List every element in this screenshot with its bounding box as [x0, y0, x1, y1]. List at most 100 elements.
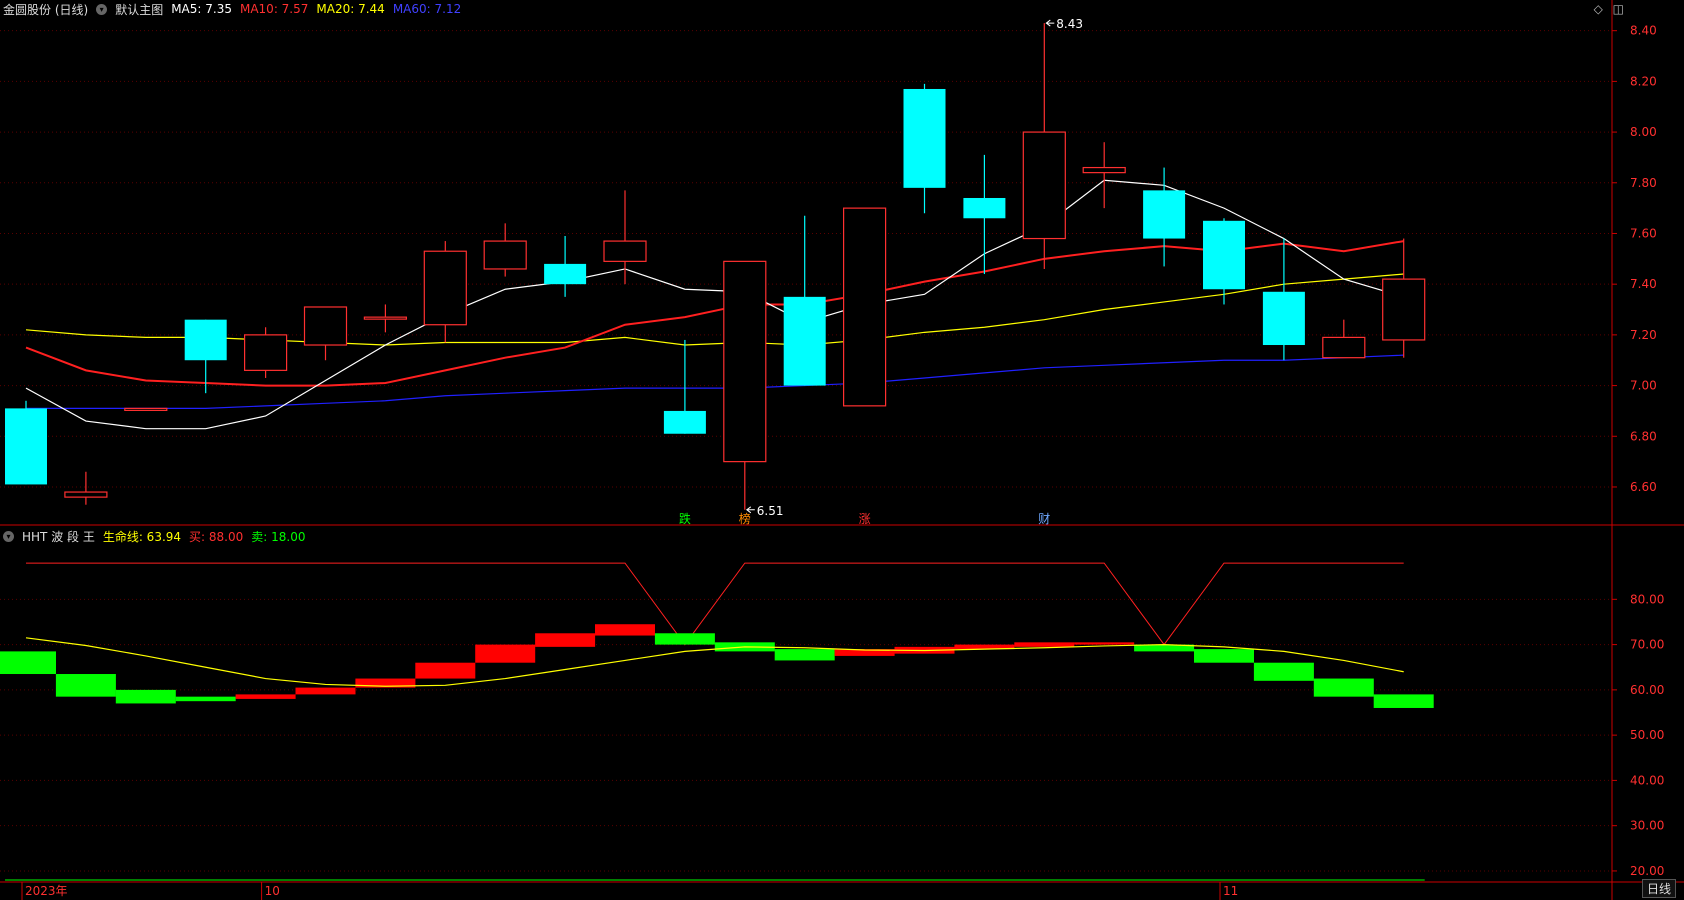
event-marker: 财 [1038, 512, 1050, 526]
candle-body [124, 407, 168, 411]
y-tick-label: 70.00 [1630, 638, 1664, 652]
ma5-line [25, 179, 1404, 430]
candle-body [244, 334, 288, 371]
event-marker: 跌 [679, 511, 691, 526]
y-tick-label: 20.00 [1630, 864, 1664, 878]
ma10-label: MA10: 7.57 [239, 2, 309, 16]
diamond-icon[interactable]: ◇ [1594, 2, 1603, 16]
indicator-header: ▾ HHT 波 段 王 生命线: 63.94 买: 88.00 卖: 18.00 [0, 527, 313, 545]
price-annotation: 8.43 [1056, 17, 1083, 31]
candle-body [723, 260, 767, 463]
candle [963, 154, 1006, 275]
wave-bar [1014, 642, 1075, 647]
candle [244, 327, 288, 378]
y-tick-label: 7.00 [1630, 379, 1657, 393]
y-tick-label: 8.20 [1630, 74, 1657, 88]
candle [603, 190, 647, 285]
candle [5, 400, 47, 485]
wave-bar [55, 674, 116, 697]
stock-title: 金圆股份 (日线) [3, 2, 89, 17]
wave-bar [1074, 642, 1135, 645]
wave-bar [0, 651, 56, 675]
candle-body [663, 410, 706, 434]
candle-body [842, 207, 887, 407]
event-marker: 榜 [739, 511, 751, 526]
ma60-label: MA60: 7.12 [392, 2, 462, 16]
wave-bar [175, 696, 236, 702]
candle [64, 471, 108, 505]
indicator-name[interactable]: HHT 波 段 王 [22, 528, 95, 545]
candle-body [603, 240, 647, 262]
candle [423, 241, 467, 343]
template-label[interactable]: 默认主图 [115, 1, 163, 18]
candle-body [1143, 190, 1186, 239]
candle-body [1022, 131, 1066, 240]
y-tick-label: 8.00 [1630, 125, 1657, 139]
candle [1322, 319, 1366, 359]
x-tick-label: 11 [1223, 884, 1238, 898]
candle [483, 223, 527, 277]
candle [783, 215, 826, 386]
y-tick-label: 60.00 [1630, 683, 1664, 697]
candle [1143, 167, 1186, 267]
wave-bar [535, 633, 596, 647]
candle [663, 339, 706, 434]
wave-bar [654, 633, 715, 645]
candle-body [1322, 336, 1366, 359]
event-marker: 涨 [859, 511, 871, 526]
candle [363, 304, 407, 333]
candle [124, 407, 168, 411]
candle-body [483, 240, 527, 270]
candle-body [303, 306, 348, 346]
candle [903, 83, 946, 214]
period-button[interactable]: 日线 [1641, 879, 1676, 898]
wave-bar [1194, 649, 1254, 663]
wave-bar [1373, 694, 1434, 708]
y-tick-label: 7.40 [1630, 277, 1657, 291]
indicator-dropdown-icon[interactable]: ▾ [3, 530, 14, 542]
candle-body [5, 408, 47, 485]
x-tick-label: 2023年 [25, 884, 68, 898]
candle [842, 207, 887, 407]
y-tick-label: 7.60 [1630, 226, 1657, 240]
y-tick-label: 80.00 [1630, 592, 1664, 606]
ma5-label: MA5: 7.35 [171, 2, 232, 16]
y-tick-label: 30.00 [1630, 819, 1664, 833]
candle-body [783, 296, 826, 386]
panel-icon[interactable]: ◫ [1613, 2, 1624, 16]
buy-line [26, 562, 1404, 646]
candle-body [544, 263, 587, 285]
ma10-line [25, 240, 1404, 387]
y-tick-label: 50.00 [1630, 728, 1664, 742]
candle-body [64, 491, 108, 498]
window-controls: ◇ ◫ [1588, 2, 1624, 16]
life-line-label: 生命线: 63.94 [102, 529, 182, 544]
x-tick-label: 10 [265, 884, 280, 898]
wave-bar [1253, 662, 1314, 681]
candle-body [1082, 166, 1126, 174]
ma20-line [25, 273, 1404, 346]
candle-body [1382, 278, 1426, 341]
candle [303, 306, 348, 361]
buy-label: 买: 88.00 [189, 529, 244, 544]
candle-body [903, 88, 946, 188]
wave-bar [295, 687, 356, 695]
kline-chart[interactable]: 8.40 8.20 8.00 7.80 7.60 7.40 7.20 7.00 6.80 6.60… [0, 0, 1684, 900]
wave-bar [774, 649, 835, 661]
wave-bar [475, 644, 536, 663]
price-annotation: 6.51 [757, 504, 784, 518]
candle-body [184, 319, 227, 361]
template-dropdown-icon[interactable]: ▾ [96, 3, 108, 15]
y-tick-label: 7.80 [1630, 176, 1657, 190]
candle-body [423, 250, 467, 326]
candle [1022, 23, 1066, 269]
wave-bar [1313, 678, 1374, 697]
wave-bar [595, 624, 655, 636]
candle [544, 236, 587, 297]
candle-body [363, 316, 407, 320]
main-chart-header: 金圆股份 (日线) ▾ 默认主图 MA5: 7.35 MA10: 7.57 MA… [0, 0, 469, 18]
sell-label: 卖: 18.00 [251, 529, 306, 544]
candle-body [1262, 291, 1305, 346]
y-tick-label: 6.80 [1630, 429, 1657, 443]
ma60-line [26, 354, 1404, 409]
